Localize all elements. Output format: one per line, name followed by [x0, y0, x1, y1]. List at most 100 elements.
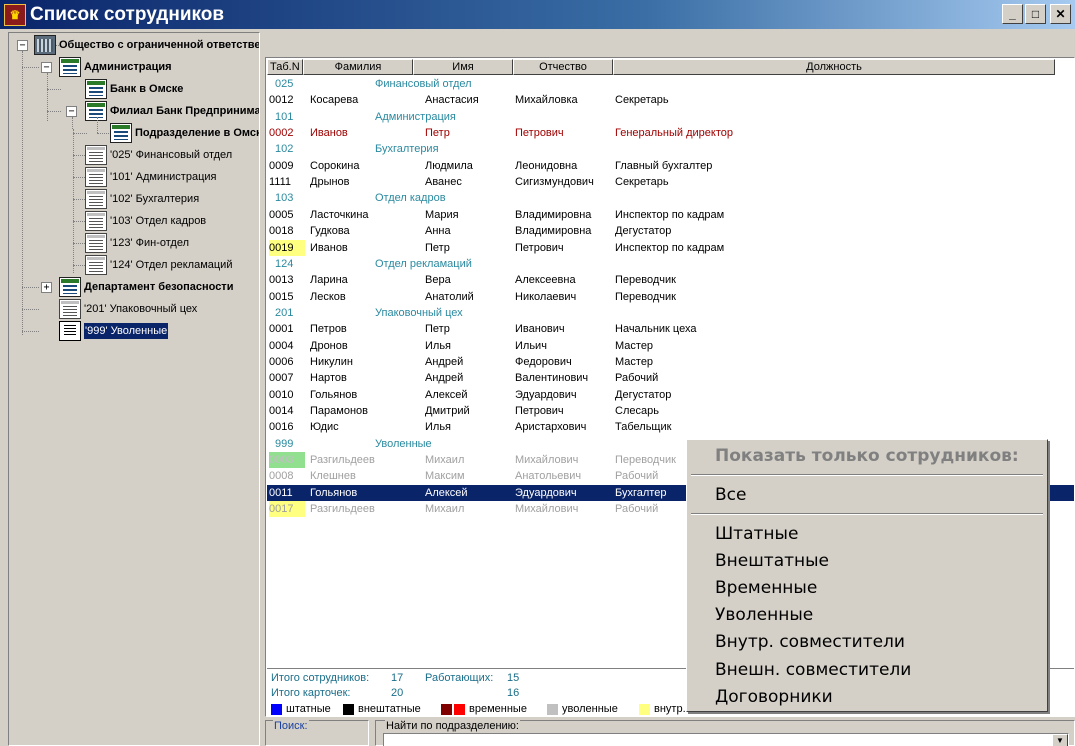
employee-row[interactable]: 1111 Дрынов Аванес Сигизмундович Секретарь	[267, 174, 1074, 190]
maximize-button[interactable]: □	[1025, 4, 1046, 24]
middle-name: Аристархович	[515, 421, 587, 434]
legend-item: штатные	[271, 703, 331, 715]
dept-search-combobox[interactable]: ▼	[383, 733, 1069, 746]
dropdown-button[interactable]: ▼	[1052, 734, 1068, 746]
employee-row[interactable]: 0014 Парамонов Дмитрий Петрович Слесарь	[267, 403, 1074, 419]
last-name: Лесков	[310, 290, 346, 303]
last-name: Разгильдеев	[310, 503, 375, 516]
middle-name: Владимировна	[515, 225, 592, 238]
employee-row[interactable]: 0005 Ласточкина Мария Владимировна Инспектор…	[267, 207, 1074, 223]
menu-separator	[691, 474, 1043, 476]
column-header-firstname[interactable]: Имя	[413, 59, 513, 75]
department-group-row[interactable]: 102 Бухгалтерия	[267, 141, 1074, 157]
maximize-icon: □	[1031, 7, 1040, 21]
tab-number: 0014	[269, 405, 294, 417]
filter-context-menu: Показать только сотрудников: Все Штатные…	[686, 439, 1048, 712]
menu-item-filter[interactable]: Договорники	[715, 687, 833, 707]
department-group-row[interactable]: 124 Отдел рекламаций	[267, 256, 1074, 272]
last-name: Косарева	[310, 94, 359, 107]
employee-row[interactable]: 0002 Иванов Петр Петрович Генеральный директ…	[267, 125, 1074, 141]
document-icon	[59, 321, 81, 341]
department-group-row[interactable]: 101 Администрация	[267, 109, 1074, 125]
employee-row[interactable]: 0016 Юдис Илья Аристархович Табельщик	[267, 419, 1074, 435]
tree-node-dept-101[interactable]: '101' Администрация	[85, 166, 216, 188]
middle-name: Федорович	[515, 355, 572, 368]
tree-node-security[interactable]: Департамент безопасности	[59, 276, 233, 298]
employee-row[interactable]: 0012 Косарева Анастасия Михайловка Секретарь	[267, 92, 1074, 108]
middle-name: Иванович	[515, 323, 565, 336]
last-name: Дрынов	[310, 176, 350, 189]
app-emblem-icon[interactable]: ♛	[4, 3, 26, 26]
tree-node-dept-124[interactable]: '124' Отдел рекламаций	[85, 254, 232, 276]
department-tree[interactable]: − Общество с ограниченной ответственност…	[8, 32, 260, 746]
menu-item-all[interactable]: Все	[715, 485, 746, 505]
tree-node-label: '103' Отдел кадров	[110, 215, 207, 227]
department-icon	[59, 277, 81, 297]
last-name: Нартов	[310, 372, 347, 385]
close-button[interactable]: ✕	[1050, 4, 1071, 24]
working-cards-value: 16	[507, 687, 520, 699]
tree-node-dept-103[interactable]: '103' Отдел кадров	[85, 210, 206, 232]
column-header-middlename[interactable]: Отчество	[513, 59, 613, 75]
menu-item-filter[interactable]: Внештатные	[715, 551, 829, 571]
menu-item-filter[interactable]: Уволенные	[715, 605, 813, 625]
tree-node-subdivision[interactable]: Подразделение в Омске	[110, 122, 259, 144]
menu-item-filter[interactable]: Штатные	[715, 524, 798, 544]
tree-node-administration[interactable]: Администрация	[59, 56, 172, 78]
tab-number: 1111	[269, 176, 292, 189]
menu-item-filter[interactable]: Внешн. совместители	[715, 660, 911, 680]
dept-code: 025	[275, 78, 294, 90]
tree-node-dept-102[interactable]: '102' Бухгалтерия	[85, 188, 199, 210]
column-header-lastname[interactable]: Фамилия	[303, 59, 413, 75]
first-name: Людмила	[425, 159, 473, 172]
employee-row[interactable]: 0015 Лесков Анатолий Николаевич Переводчик	[267, 289, 1074, 305]
tree-node-label: Администрация	[84, 61, 172, 73]
first-name: Петр	[425, 127, 450, 140]
employee-row[interactable]: 0019 Иванов Петр Петрович Инспектор по кадра…	[267, 239, 1074, 256]
department-group-row[interactable]: 025 Финансовый отдел	[267, 76, 1074, 92]
tree-node-bank-omsk[interactable]: Банк в Омске	[85, 78, 183, 100]
tree-node-dept-201[interactable]: '201' Упаковочный цех	[59, 298, 197, 320]
tree-collapse-toggle[interactable]: −	[17, 40, 28, 51]
tree-expand-toggle[interactable]: +	[41, 282, 52, 293]
employee-row[interactable]: 0018 Гудкова Анна Владимировна Дегустатор	[267, 223, 1074, 239]
employee-row[interactable]: 0006 Никулин Андрей Федорович Мастер	[267, 354, 1074, 370]
position: Генеральный директор	[615, 127, 733, 140]
first-name: Мария	[425, 208, 459, 221]
department-group-row[interactable]: 201 Упаковочный цех	[267, 305, 1074, 321]
position: Дегустатор	[615, 388, 672, 401]
menu-item-filter[interactable]: Временные	[715, 578, 817, 598]
column-header-position[interactable]: Должность	[613, 59, 1055, 75]
department-group-row[interactable]: 103 Отдел кадров	[267, 190, 1074, 206]
tree-node-label: Банк в Омске	[110, 83, 184, 95]
tree-node-dept-999[interactable]: '999' Уволенные	[59, 320, 169, 342]
employee-row[interactable]: 0001 Петров Петр Иванович Начальник цеха	[267, 321, 1074, 337]
middle-name: Петрович	[515, 241, 564, 254]
tree-collapse-toggle[interactable]: −	[41, 62, 52, 73]
first-name: Петр	[425, 323, 450, 336]
employee-row[interactable]: 0007 Нартов Андрей Валентинович Рабочий	[267, 370, 1074, 386]
tree-node-root[interactable]: Общество с ограниченной ответственностью	[34, 34, 259, 56]
minimize-button[interactable]: _	[1002, 4, 1023, 24]
employee-row[interactable]: 0004 Дронов Илья Ильич Мастер	[267, 338, 1074, 354]
last-name: Иванов	[310, 241, 348, 254]
tree-node-dept-123[interactable]: '123' Фин-отдел	[85, 232, 189, 254]
employee-row[interactable]: 0009 Сорокина Людмила Леонидовна Главный бух…	[267, 158, 1074, 174]
tree-node-branch[interactable]: Филиал Банк Предпринимателей	[85, 100, 259, 122]
employee-row[interactable]: 0013 Ларина Вера Алексеевна Переводчик	[267, 272, 1074, 288]
middle-name: Анатольевич	[515, 470, 582, 483]
tree-node-label: '025' Финансовый отдел	[110, 149, 233, 161]
tree-node-dept-025[interactable]: '025' Финансовый отдел	[85, 144, 232, 166]
employee-row[interactable]: 0010 Гольянов Алексей Эдуардович Дегустатор	[267, 387, 1074, 403]
chevron-down-icon: ▼	[1056, 736, 1064, 745]
position: Секретарь	[615, 176, 669, 189]
column-header-tabno[interactable]: Таб.N	[267, 59, 303, 75]
dept-code: 103	[275, 192, 294, 205]
dept-search-group: Найти по подразделению: ▼	[375, 720, 1075, 746]
tab-number: 0012	[269, 94, 294, 107]
tree-collapse-toggle[interactable]: −	[66, 106, 77, 117]
tab-number: 0007	[269, 372, 294, 385]
menu-item-filter[interactable]: Внутр. совместители	[715, 632, 905, 652]
list-icon	[85, 233, 107, 253]
middle-name: Владимировна	[515, 208, 592, 221]
